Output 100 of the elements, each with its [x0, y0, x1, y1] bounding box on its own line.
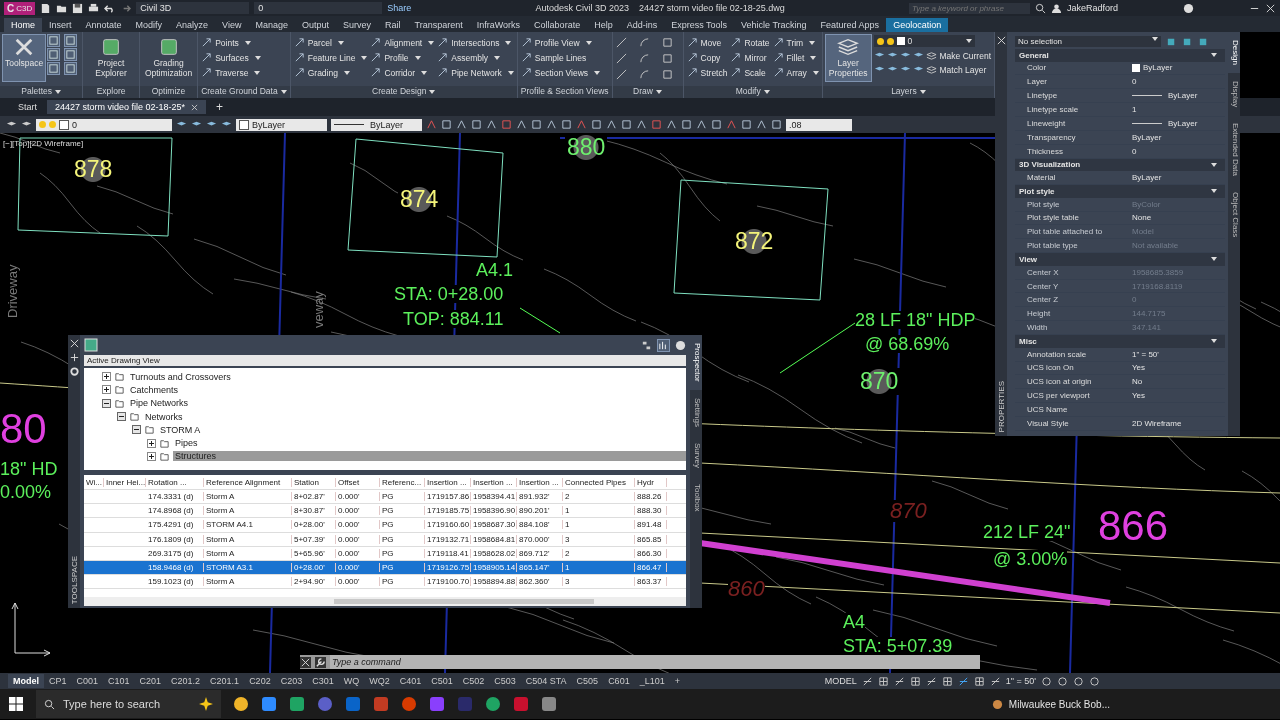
ribbon-button[interactable]: Sample Lines [520, 50, 601, 65]
status-toggle-icon[interactable] [1089, 675, 1100, 687]
property-value[interactable]: No [1132, 377, 1143, 387]
property-value[interactable]: 0 [1132, 77, 1137, 87]
panel-title[interactable]: Modify [683, 86, 822, 98]
column-header[interactable]: Insertion ... [425, 477, 471, 487]
column-header[interactable]: Connected Pipes [563, 477, 635, 487]
toolbar-icon[interactable] [426, 119, 437, 130]
draw-tool-icon[interactable] [661, 69, 673, 80]
view-dropdown[interactable]: Active Drawing View [84, 355, 686, 366]
property-value[interactable]: ByLayer [1132, 132, 1162, 142]
column-header[interactable]: Rotation ... [146, 477, 204, 487]
ribbon-tab[interactable]: Insert [42, 18, 79, 32]
toolbar-icon[interactable] [531, 119, 542, 130]
ribbon-button[interactable]: Rotate [730, 35, 770, 50]
selection-tool-icon[interactable] [1182, 36, 1193, 47]
ribbon-tab[interactable]: Survey [336, 18, 379, 32]
toolbar-icon[interactable] [666, 119, 677, 130]
draw-tool-icon[interactable] [638, 53, 650, 64]
taskbar-app-icon[interactable] [233, 696, 249, 712]
status-toggle-icon[interactable] [1057, 675, 1068, 687]
ribbon-tab[interactable]: Modify [128, 18, 170, 32]
draw-tool-icon[interactable] [638, 37, 650, 48]
section-header[interactable]: General [1015, 49, 1225, 62]
ribbon-button[interactable]: Match Layer [925, 64, 987, 75]
toolbar-icon[interactable] [711, 119, 722, 130]
ribbon-button[interactable]: Grading [293, 65, 368, 80]
toolbar-icon[interactable] [516, 119, 527, 130]
ribbon-tab[interactable]: Express Tools [664, 18, 735, 32]
ribbon-button[interactable]: Profile [370, 50, 435, 65]
layout-tab[interactable]: C501 [426, 674, 458, 688]
layer-dropdown[interactable]: 0 [254, 2, 383, 14]
column-header[interactable]: Wi... [84, 477, 104, 487]
ribbon-button[interactable]: Array [772, 65, 819, 80]
wrench-icon[interactable] [315, 656, 326, 668]
status-toggle-icon[interactable] [989, 675, 1001, 687]
toolbar-icon[interactable] [441, 119, 452, 130]
section-header[interactable]: View [1015, 253, 1225, 266]
collapse-icon[interactable] [132, 425, 141, 435]
settings-icon[interactable] [68, 366, 80, 377]
ribbon-tab[interactable]: Transparent [407, 18, 470, 32]
ribbon-button[interactable]: Feature Line [293, 50, 368, 65]
layout-tab[interactable]: _L101 [634, 674, 670, 688]
expand-icon[interactable] [102, 372, 111, 382]
tree-item[interactable]: Pipes [173, 438, 200, 449]
side-tab[interactable]: Settings [690, 389, 702, 435]
close-icon[interactable] [300, 656, 311, 668]
layout-tab[interactable]: C504 STA [520, 674, 572, 688]
ribbon-button[interactable]: Intersections [437, 35, 514, 50]
ribbon-tab[interactable]: Rail [378, 18, 408, 32]
tree-item[interactable]: Structures [173, 451, 686, 462]
status-toggle-icon[interactable] [893, 675, 905, 687]
panel-title[interactable]: Draw [612, 86, 683, 98]
toolbar-icon[interactable] [636, 119, 647, 130]
annotation-scale-dropdown[interactable]: 1" = 50' [1005, 676, 1036, 686]
table-row[interactable]: 269.3175 (d) Storm A 5+65.96' 0.000' PG 1719118.41 1958628.02 869.712' 2 866.30 [84, 546, 686, 561]
search-icon[interactable] [1034, 2, 1046, 14]
layout-tab[interactable]: WQ [338, 674, 365, 688]
ribbon-tab[interactable]: Geolocation [886, 18, 949, 32]
toolbar-icon[interactable] [606, 119, 617, 130]
status-toggle-icon[interactable] [1041, 675, 1052, 687]
share-button[interactable]: Share [387, 3, 412, 13]
linetype-dropdown[interactable]: ByLayer [331, 118, 422, 131]
toolbar-icon[interactable] [546, 119, 557, 130]
property-value[interactable]: ByLayer [1132, 173, 1162, 183]
tree-view-icon[interactable] [641, 339, 652, 351]
property-value[interactable]: 1 [1132, 105, 1137, 115]
toolbar-icon[interactable] [771, 119, 782, 130]
panel-title[interactable]: Create Ground Data [198, 86, 290, 98]
column-header[interactable]: Insertion ... [517, 477, 563, 487]
ribbon-button[interactable]: Layer Properties [825, 35, 871, 81]
column-header[interactable]: Referenc... [380, 477, 425, 487]
property-value[interactable]: Yes [1132, 391, 1146, 401]
property-value[interactable]: ByLayer [1168, 91, 1198, 101]
status-toggle-icon[interactable] [925, 675, 937, 687]
layer-dropdown[interactable]: 0 [36, 118, 172, 131]
save-icon[interactable] [72, 2, 84, 14]
viewport-label[interactable]: [−][Top][2D Wireframe] [3, 139, 84, 148]
table-row[interactable]: 174.8968 (d) Storm A 8+30.87' 0.000' PG 1719185.75 1958396.90 890.201' 1 888.30 [84, 504, 686, 519]
section-header[interactable]: Misc [1015, 335, 1225, 348]
ribbon-button[interactable]: Make Current [925, 50, 991, 61]
draw-tool-icon[interactable] [661, 37, 673, 48]
layout-tab[interactable]: C502 [457, 674, 490, 688]
toolbar-icon[interactable] [471, 119, 482, 130]
layout-tab[interactable]: WQ2 [364, 674, 395, 688]
draw-tool-icon[interactable] [638, 69, 650, 80]
ribbon-button[interactable]: Alignment [370, 35, 435, 50]
taskbar-app-icon[interactable] [261, 696, 277, 712]
layout-tab[interactable]: C601 [603, 674, 635, 688]
ribbon-tab[interactable]: Annotate [78, 18, 129, 32]
toolbar-icon[interactable] [576, 119, 587, 130]
property-value[interactable]: 0 [1132, 146, 1137, 156]
layout-tab[interactable]: CP1 [44, 674, 72, 688]
ribbon-button[interactable]: Profile View [520, 35, 601, 50]
side-tab[interactable]: Object Class [1228, 184, 1240, 246]
workspace-dropdown[interactable]: Civil 3D [136, 2, 250, 14]
basketball-icon[interactable] [991, 698, 1003, 710]
new-layout-button[interactable]: + [669, 674, 685, 688]
toolbar-icon[interactable] [561, 119, 572, 130]
tree-item[interactable]: Pipe Networks [128, 398, 191, 409]
